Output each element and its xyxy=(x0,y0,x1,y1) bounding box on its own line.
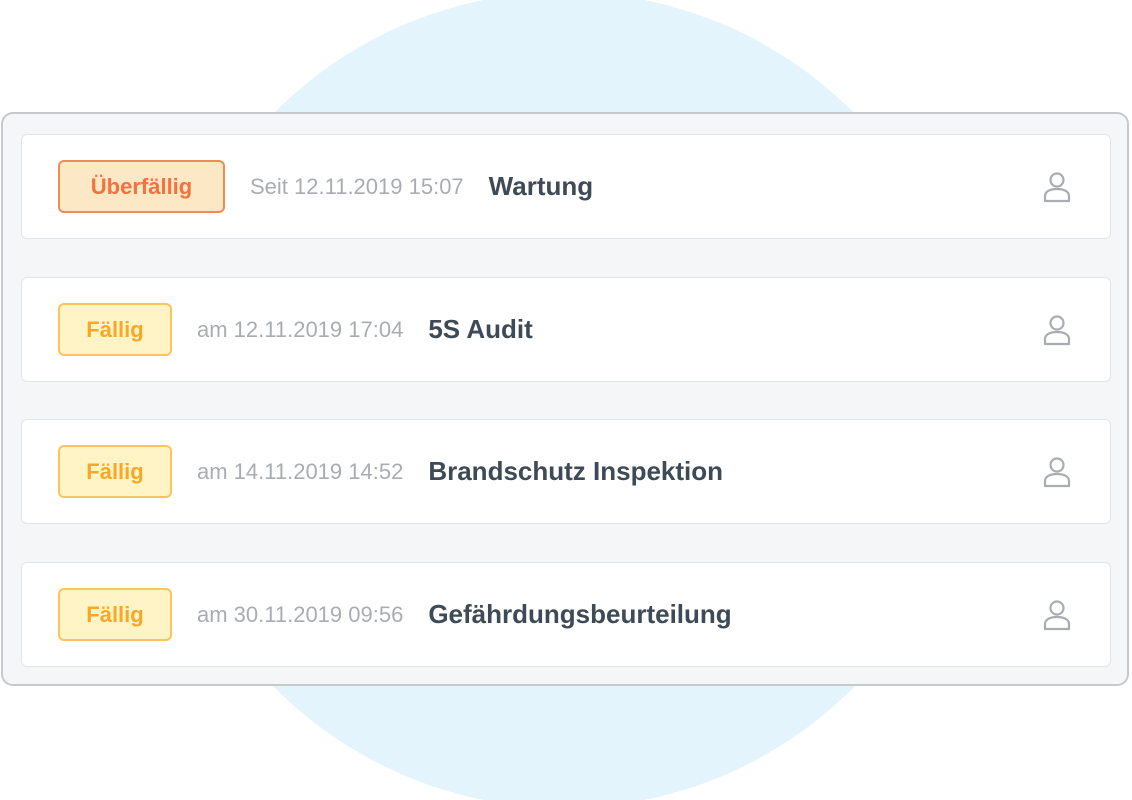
task-row[interactable]: Fällig am 12.11.2019 17:04 5S Audit xyxy=(21,277,1111,382)
task-row[interactable]: Fällig am 14.11.2019 14:52 Brandschutz I… xyxy=(21,419,1111,524)
task-row[interactable]: Überfällig Seit 12.11.2019 15:07 Wartung xyxy=(21,134,1111,239)
task-date: am 12.11.2019 17:04 xyxy=(197,316,404,342)
task-date: am 30.11.2019 09:56 xyxy=(197,601,404,627)
task-list-panel: Überfällig Seit 12.11.2019 15:07 Wartung… xyxy=(1,112,1129,686)
user-icon[interactable] xyxy=(1042,456,1072,488)
user-icon[interactable] xyxy=(1042,171,1072,203)
user-icon[interactable] xyxy=(1042,599,1072,631)
task-row[interactable]: Fällig am 30.11.2019 09:56 Gefährdungsbe… xyxy=(21,562,1111,667)
stage: Überfällig Seit 12.11.2019 15:07 Wartung… xyxy=(0,0,1132,800)
task-title: 5S Audit xyxy=(428,314,533,344)
status-badge-overdue: Überfällig xyxy=(58,160,225,213)
task-date: Seit 12.11.2019 15:07 xyxy=(250,173,464,199)
task-date: am 14.11.2019 14:52 xyxy=(197,458,404,484)
task-title: Wartung xyxy=(488,171,594,201)
status-badge-due: Fällig xyxy=(58,445,172,498)
task-title: Brandschutz Inspektion xyxy=(428,456,724,486)
status-badge-due: Fällig xyxy=(58,588,172,641)
task-title: Gefährdungsbeurteilung xyxy=(428,599,732,629)
user-icon[interactable] xyxy=(1042,314,1072,346)
status-badge-due: Fällig xyxy=(58,303,172,356)
